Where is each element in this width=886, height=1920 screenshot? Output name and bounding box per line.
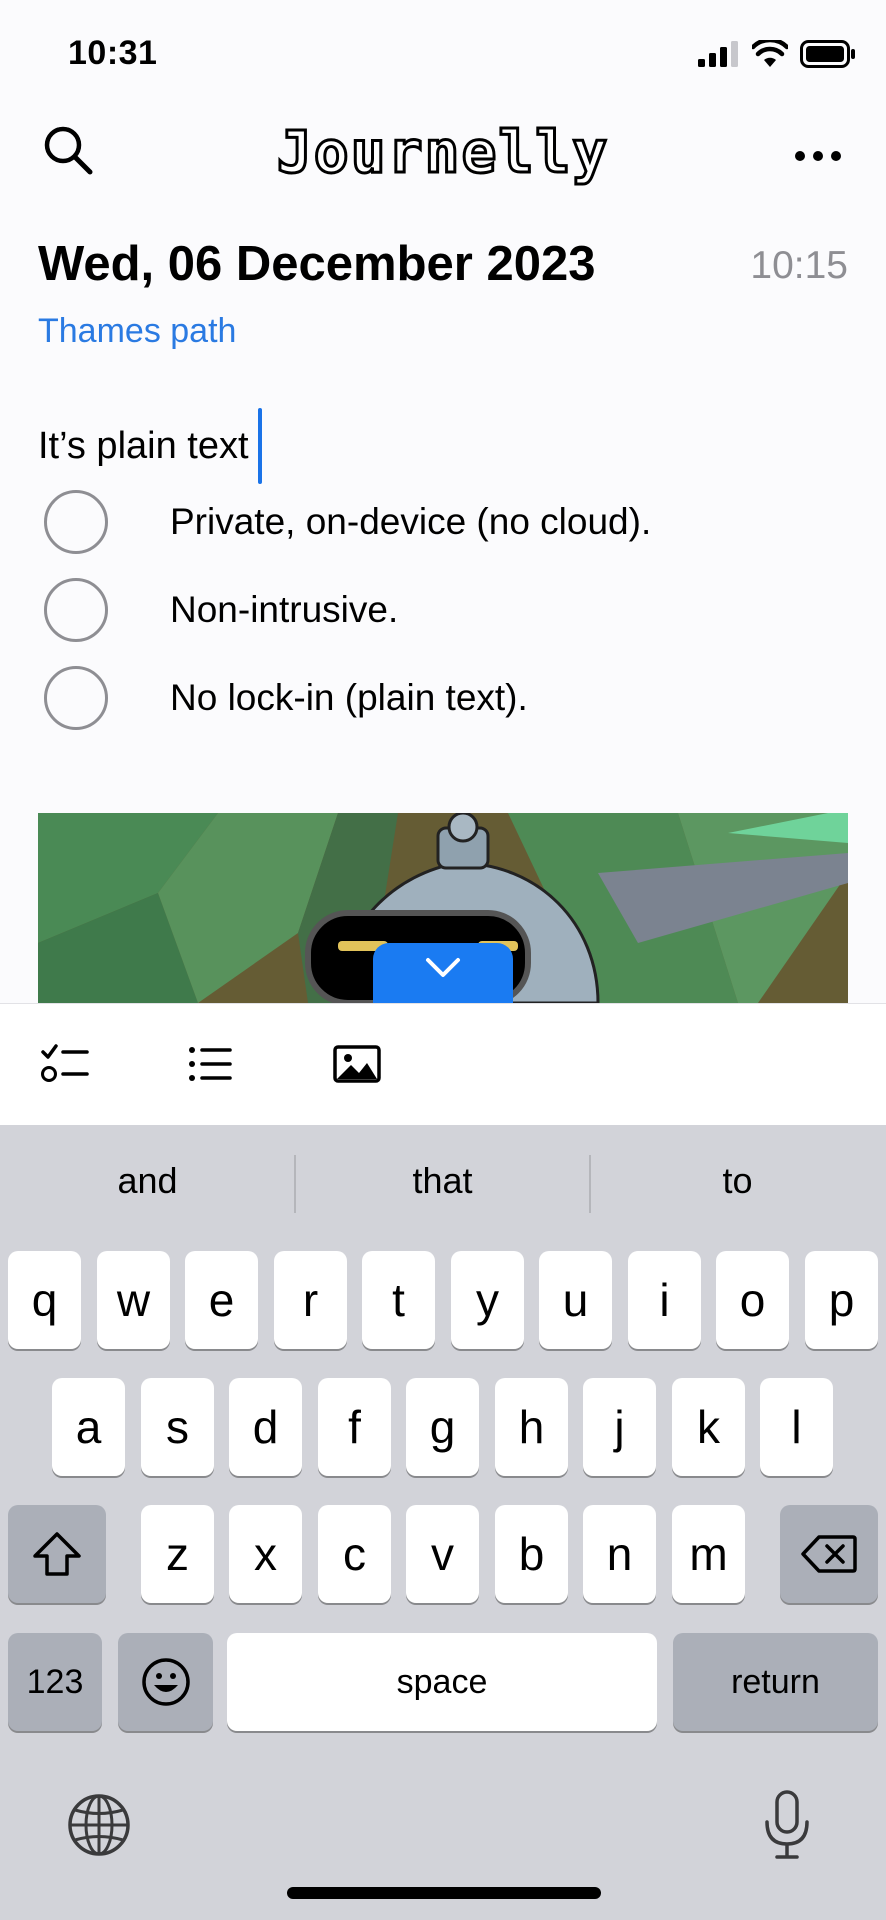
entry-date: Wed, 06 December 2023 — [38, 237, 596, 291]
key-r[interactable]: r — [274, 1251, 347, 1349]
text-cursor — [257, 408, 262, 484]
shift-key[interactable] — [8, 1505, 106, 1603]
key-t[interactable]: t — [362, 1251, 435, 1349]
checklist-icon — [41, 1044, 89, 1082]
chevron-down-icon — [426, 958, 460, 977]
numbers-key[interactable]: 123 — [8, 1633, 102, 1731]
todo-item: Non-intrusive. — [44, 575, 398, 645]
key-h[interactable]: h — [495, 1378, 568, 1476]
key-g[interactable]: g — [406, 1378, 479, 1476]
globe-button[interactable] — [64, 1790, 134, 1860]
wifi-icon — [752, 40, 788, 67]
todo-item: Private, on-device (no cloud). — [44, 487, 651, 557]
key-x[interactable]: x — [229, 1505, 302, 1603]
key-b[interactable]: b — [495, 1505, 568, 1603]
emoji-icon — [141, 1658, 190, 1706]
suggestion-and[interactable]: and — [0, 1160, 295, 1202]
ellipsis-icon — [795, 151, 841, 161]
key-c[interactable]: c — [318, 1505, 391, 1603]
todo-item: No lock-in (plain text). — [44, 663, 528, 733]
globe-icon — [68, 1794, 130, 1856]
key-d[interactable]: d — [229, 1378, 302, 1476]
key-o[interactable]: o — [716, 1251, 789, 1349]
todo-checkbox[interactable] — [44, 578, 108, 642]
key-q[interactable]: q — [8, 1251, 81, 1349]
entry-time: 10:15 — [750, 244, 848, 287]
dictation-button[interactable] — [752, 1785, 822, 1865]
key-i[interactable]: i — [628, 1251, 701, 1349]
key-p[interactable]: p — [805, 1251, 878, 1349]
todo-checkbox[interactable] — [44, 490, 108, 554]
entry-text-editor[interactable]: It’s plain text — [38, 408, 262, 484]
key-m[interactable]: m — [672, 1505, 745, 1603]
space-key[interactable]: space — [227, 1633, 657, 1731]
checklist-button[interactable] — [36, 1034, 96, 1094]
image-icon — [333, 1045, 381, 1083]
collapse-keyboard-button[interactable] — [373, 943, 513, 1005]
more-options-button[interactable] — [788, 126, 848, 186]
bullet-list-button[interactable] — [180, 1034, 240, 1094]
entry-location-link[interactable]: Thames path — [38, 312, 236, 351]
key-s[interactable]: s — [141, 1378, 214, 1476]
emoji-key[interactable] — [118, 1633, 213, 1731]
insert-image-button[interactable] — [327, 1034, 387, 1094]
delete-key[interactable] — [780, 1505, 878, 1603]
shift-icon — [33, 1532, 81, 1576]
key-z[interactable]: z — [141, 1505, 214, 1603]
microphone-icon — [765, 1790, 809, 1859]
bullet-list-icon — [189, 1047, 232, 1081]
key-v[interactable]: v — [406, 1505, 479, 1603]
battery-icon — [800, 40, 855, 68]
key-y[interactable]: y — [451, 1251, 524, 1349]
key-n[interactable]: n — [583, 1505, 656, 1603]
key-k[interactable]: k — [672, 1378, 745, 1476]
todo-checkbox[interactable] — [44, 666, 108, 730]
return-key[interactable]: return — [673, 1633, 878, 1731]
keyboard: and that to q w e r t y u i o p a s d f … — [0, 1125, 886, 1920]
suggestion-that[interactable]: that — [295, 1160, 590, 1202]
key-e[interactable]: e — [185, 1251, 258, 1349]
todo-label[interactable]: No lock-in (plain text). — [170, 677, 528, 719]
key-f[interactable]: f — [318, 1378, 391, 1476]
status-icons — [698, 40, 856, 68]
cellular-signal-icon — [698, 41, 738, 67]
key-l[interactable]: l — [760, 1378, 833, 1476]
backspace-icon — [801, 1535, 857, 1573]
home-indicator — [287, 1887, 601, 1899]
status-time: 10:31 — [68, 34, 158, 72]
todo-label[interactable]: Private, on-device (no cloud). — [170, 501, 651, 543]
formatting-toolbar — [0, 1003, 886, 1126]
key-j[interactable]: j — [583, 1378, 656, 1476]
key-w[interactable]: w — [97, 1251, 170, 1349]
entry-text: It’s plain text — [38, 424, 249, 467]
suggestion-to[interactable]: to — [590, 1160, 885, 1202]
key-a[interactable]: a — [52, 1378, 125, 1476]
todo-label[interactable]: Non-intrusive. — [170, 589, 398, 631]
key-u[interactable]: u — [539, 1251, 612, 1349]
app-title: Journelly — [275, 117, 610, 188]
